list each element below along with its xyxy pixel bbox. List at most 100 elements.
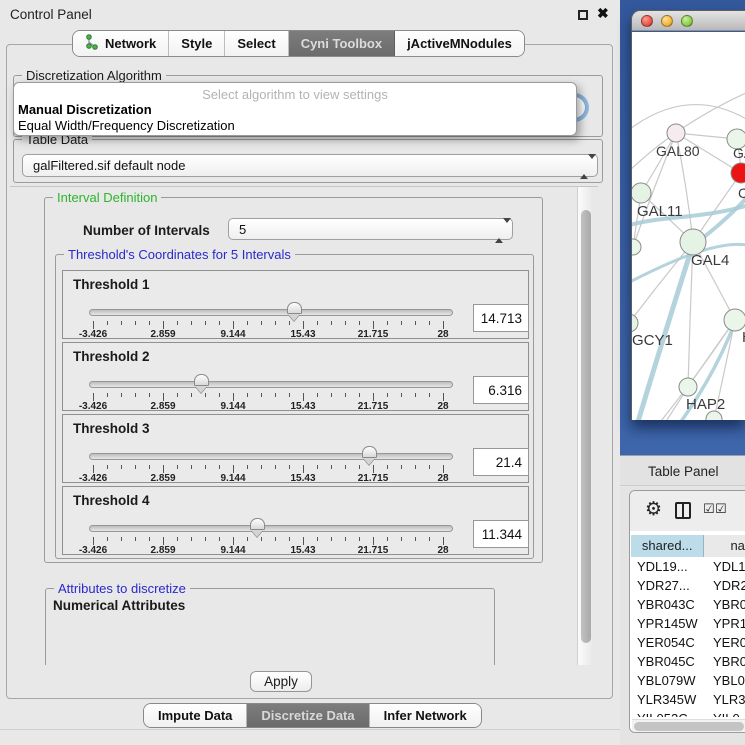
slider-thumb[interactable]	[194, 374, 209, 393]
table-panel-area: ⚙ ☑ ☑ shared... na YDL19...YDL1YDR27...Y…	[620, 487, 745, 745]
tab-cyni-toolbox[interactable]: Cyni Toolbox	[289, 31, 395, 56]
table-row[interactable]: YBL079WYBL0	[631, 671, 745, 690]
tab-network[interactable]: Network	[73, 31, 169, 56]
table-hscrollbar-thumb[interactable]	[634, 722, 744, 731]
numerical-attributes-label: Numerical Attributes	[53, 598, 185, 613]
interval-definition-group: Interval Definition Number of Intervals …	[44, 197, 543, 563]
network-view-window: GAL80GACGAL11GAL4GCY1HHAP2	[631, 10, 745, 420]
tab-select[interactable]: Select	[225, 31, 288, 56]
tab-discretize-data[interactable]: Discretize Data	[247, 704, 369, 727]
checkbox-icon[interactable]: ☑	[715, 502, 727, 517]
threshold-value-field[interactable]	[473, 376, 529, 404]
threshold-label: Threshold 2	[73, 349, 150, 364]
table-panel-title: Table Panel	[648, 464, 719, 479]
combo-spinner-icon	[495, 223, 504, 238]
network-node[interactable]	[731, 163, 745, 183]
table-row[interactable]: YER054CYER0	[631, 633, 745, 652]
threshold-value-field[interactable]	[473, 448, 529, 476]
settings-scrollbar[interactable]	[577, 187, 594, 665]
slider-thumb[interactable]	[362, 446, 377, 465]
divider	[0, 729, 620, 730]
threshold-row: Threshold 3 -3.4262.8599.14415.4321.7152…	[62, 414, 529, 483]
tab-infer-network[interactable]: Infer Network	[370, 704, 481, 727]
slider-track[interactable]	[89, 453, 453, 460]
slider-thumb[interactable]	[287, 302, 302, 321]
network-node-label: GAL11	[637, 203, 683, 220]
network-node[interactable]	[679, 378, 697, 396]
float-window-icon[interactable]	[578, 10, 588, 20]
network-canvas[interactable]: GAL80GACGAL11GAL4GCY1HHAP2	[632, 32, 745, 420]
control-panel: Control Panel ✖ Network Style Select Cyn…	[0, 0, 620, 745]
network-node-label: GCY1	[632, 332, 673, 349]
threshold-label: Threshold 4	[73, 493, 150, 508]
network-node[interactable]	[724, 309, 745, 331]
algorithm-dropdown-popup: Select algorithm to view settings Manual…	[13, 82, 577, 136]
table-row[interactable]: YIL052CYIL0	[631, 709, 745, 717]
panel-title: Control Panel	[10, 7, 92, 22]
table-row[interactable]: YBR045CYBR0	[631, 652, 745, 671]
table-body[interactable]: YDL19...YDL1YDR27...YDR2YBR043CYBR0YPR14…	[631, 557, 745, 717]
threshold-value-field[interactable]	[473, 520, 529, 548]
table-data-group: Table Data galFiltered.sif default node	[13, 139, 603, 183]
column-layout-icon[interactable]	[675, 502, 691, 519]
slider-thumb[interactable]	[250, 518, 265, 537]
column-header-name[interactable]: na	[704, 535, 745, 557]
network-node-label: GA	[733, 145, 745, 161]
tab-network-label: Network	[105, 36, 156, 51]
minimize-traffic-light-icon[interactable]	[661, 15, 673, 27]
table-toolbar: ⚙ ☑ ☑	[630, 491, 745, 531]
network-node[interactable]	[632, 239, 641, 255]
network-icon	[85, 34, 99, 53]
number-of-intervals-combobox[interactable]: 5	[228, 218, 513, 240]
threshold-row: Threshold 2 -3.4262.8599.14415.4321.7152…	[62, 342, 529, 411]
table-row[interactable]: YDR27...YDR2	[631, 576, 745, 595]
network-window-titlebar[interactable]	[632, 11, 745, 31]
apply-button[interactable]: Apply	[250, 671, 312, 692]
network-node[interactable]	[667, 124, 685, 142]
network-node-label: C	[738, 185, 745, 201]
network-node-label: GAL80	[656, 143, 700, 159]
table-data-combobox[interactable]: galFiltered.sif default node	[22, 154, 598, 177]
table-data-value: galFiltered.sif default node	[33, 158, 185, 173]
popup-hint: Select algorithm to view settings	[14, 87, 576, 102]
threshold-value-field[interactable]	[473, 304, 529, 332]
table-row[interactable]: YPR145WYPR1	[631, 614, 745, 633]
slider-track[interactable]	[89, 309, 453, 316]
tab-jactivemnodules[interactable]: jActiveMNodules	[395, 31, 524, 56]
settings-viewport: Interval Definition Number of Intervals …	[10, 186, 598, 665]
popup-item-manual-discretization[interactable]: Manual Discretization	[18, 102, 572, 117]
table-panel-titlebar: Table Panel	[620, 455, 745, 486]
settings-scrollbar-thumb[interactable]	[581, 210, 591, 643]
table-row[interactable]: YDL19...YDL1	[631, 557, 745, 576]
table-hscrollbar[interactable]	[632, 719, 745, 732]
table-widget: ⚙ ☑ ☑ shared... na YDL19...YDL1YDR27...Y…	[629, 490, 745, 733]
network-node-label: GAL4	[691, 252, 729, 269]
threshold-label: Threshold 3	[73, 421, 150, 436]
slider-ticks: -3.4262.8599.14415.4321.71528	[63, 393, 528, 412]
tab-impute-data[interactable]: Impute Data	[144, 704, 247, 727]
column-header-shared[interactable]: shared...	[631, 535, 704, 557]
threshold-coordinates-group: Threshold's Coordinates for 5 Intervals …	[55, 254, 534, 559]
table-row[interactable]: YLR345WYLR3	[631, 690, 745, 709]
slider-track[interactable]	[89, 525, 453, 532]
close-icon[interactable]: ✖	[597, 5, 609, 22]
close-traffic-light-icon[interactable]	[641, 15, 653, 27]
zoom-traffic-light-icon[interactable]	[681, 15, 693, 27]
slider-ticks: -3.4262.8599.14415.4321.71528	[63, 321, 528, 340]
attributes-group: Attributes to discretize Numerical Attri…	[45, 588, 495, 665]
gear-icon[interactable]: ⚙	[645, 498, 662, 520]
number-of-intervals-value: 5	[239, 222, 246, 237]
checkbox-icon[interactable]: ☑	[703, 502, 715, 517]
network-node[interactable]	[632, 314, 638, 332]
threshold-row: Threshold 4 -3.4262.8599.14415.4321.7152…	[62, 486, 529, 555]
popup-item-equal-width-frequency[interactable]: Equal Width/Frequency Discretization	[18, 118, 572, 133]
slider-track[interactable]	[89, 381, 453, 388]
threshold-coordinates-title: Threshold's Coordinates for 5 Intervals	[64, 247, 295, 262]
table-row[interactable]: YBR043CYBR0	[631, 595, 745, 614]
top-tab-bar: Network Style Select Cyni Toolbox jActiv…	[72, 30, 525, 57]
attributes-title: Attributes to discretize	[54, 581, 190, 596]
network-svg: GAL80GACGAL11GAL4GCY1HHAP2	[632, 32, 745, 420]
network-node[interactable]	[632, 183, 651, 203]
network-node-label: HAP2	[686, 396, 725, 413]
tab-style[interactable]: Style	[169, 31, 225, 56]
